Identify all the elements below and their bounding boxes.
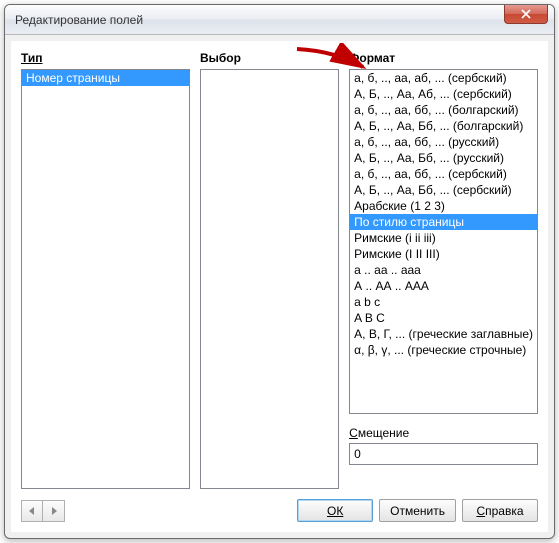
list-item[interactable]: Номер страницы xyxy=(22,70,189,86)
select-label: Выбор xyxy=(200,51,339,65)
nav-buttons xyxy=(21,500,65,522)
list-item[interactable]: α, β, γ, ... (греческие строчные) xyxy=(350,342,537,358)
list-item[interactable]: А, Б, .., Аа, Аб, ... (сербский) xyxy=(350,86,537,102)
select-listbox[interactable] xyxy=(200,69,339,489)
list-item[interactable]: А, Б, .., Аа, Бб, ... (болгарский) xyxy=(350,118,537,134)
list-item[interactable]: А, В, Г, ... (греческие заглавные) xyxy=(350,326,537,342)
list-item[interactable]: а, б, .., аа, бб, ... (русский) xyxy=(350,134,537,150)
offset-label: Смещение xyxy=(349,426,538,440)
format-column: Формат а, б, .., аа, аб, ... (сербский)А… xyxy=(349,51,538,489)
type-label: Тип xyxy=(21,51,190,65)
offset-row: Смещение xyxy=(349,426,538,465)
list-item[interactable]: Арабские (1 2 3) xyxy=(350,198,537,214)
list-item[interactable]: А, Б, .., Аа, Бб, ... (русский) xyxy=(350,150,537,166)
list-item[interactable]: а, б, .., аа, бб, ... (болгарский) xyxy=(350,102,537,118)
cancel-button[interactable]: Отменить xyxy=(379,499,456,522)
list-item[interactable]: Римские (I II III) xyxy=(350,246,537,262)
type-column: Тип Номер страницы xyxy=(21,51,190,489)
list-item[interactable]: а, б, .., аа, бб, ... (сербский) xyxy=(350,166,537,182)
list-item[interactable]: A B C xyxy=(350,310,537,326)
triangle-right-icon xyxy=(50,506,58,516)
list-item[interactable]: a b c xyxy=(350,294,537,310)
list-item[interactable]: Римские (i ii iii) xyxy=(350,230,537,246)
prev-button[interactable] xyxy=(21,500,43,522)
next-button[interactable] xyxy=(43,500,65,522)
type-listbox[interactable]: Номер страницы xyxy=(21,69,190,489)
titlebar: Редактирование полей xyxy=(5,5,554,35)
dialog-window: Редактирование полей Тип Номер страницы … xyxy=(4,4,555,539)
list-item[interactable]: По стилю страницы xyxy=(350,214,537,230)
close-icon xyxy=(521,9,531,19)
close-button[interactable] xyxy=(504,5,548,24)
select-column: Выбор xyxy=(200,51,339,489)
list-item[interactable]: А, Б, .., Аа, Бб, ... (сербский) xyxy=(350,182,537,198)
columns: Тип Номер страницы Выбор Формат а, б, ..… xyxy=(21,51,538,489)
footer: ОК Отменить Справка xyxy=(21,499,538,522)
offset-input[interactable] xyxy=(349,443,538,465)
format-listbox[interactable]: а, б, .., аа, аб, ... (сербский)А, Б, ..… xyxy=(349,69,538,414)
list-item[interactable]: А .. АА .. ААА xyxy=(350,278,537,294)
list-item[interactable]: а, б, .., аа, аб, ... (сербский) xyxy=(350,70,537,86)
format-label: Формат xyxy=(349,51,538,65)
ok-button[interactable]: ОК xyxy=(297,499,373,522)
help-button[interactable]: Справка xyxy=(462,499,538,522)
triangle-left-icon xyxy=(28,506,36,516)
window-title: Редактирование полей xyxy=(15,13,143,27)
dialog-body: Тип Номер страницы Выбор Формат а, б, ..… xyxy=(11,41,548,532)
list-item[interactable]: а .. аа .. ааа xyxy=(350,262,537,278)
